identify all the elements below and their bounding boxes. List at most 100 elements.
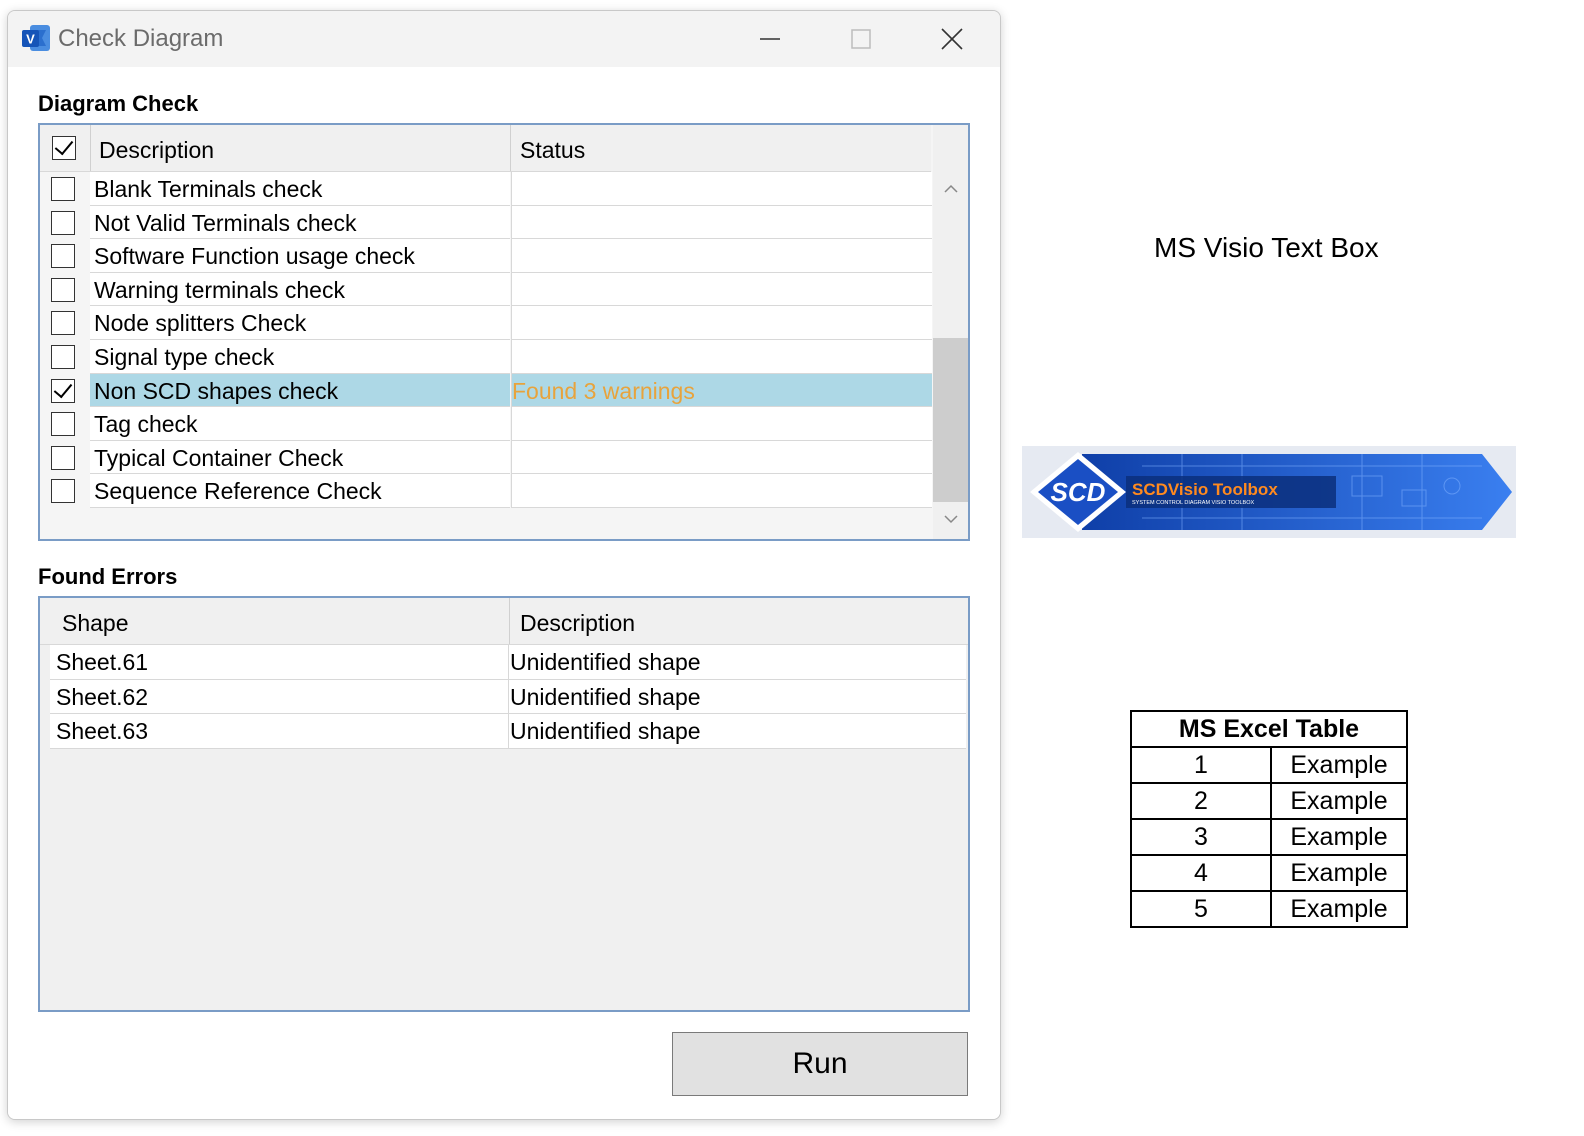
excel-number-cell[interactable]: 2 xyxy=(1130,782,1272,820)
check-item-label: Non SCD shapes check xyxy=(94,377,339,404)
check-description-cell[interactable]: Warning terminals check xyxy=(90,272,510,307)
excel-table[interactable]: MS Excel Table 1 Example 2 Example 3 Example 4… xyxy=(1130,710,1408,928)
visio-text-box[interactable]: MS Visio Text Box xyxy=(1154,232,1379,264)
diagram-check-heading: Diagram Check xyxy=(38,91,199,116)
excel-value-cell[interactable]: Example xyxy=(1270,782,1408,820)
check-description-cell[interactable]: Sequence Reference Check xyxy=(90,474,510,508)
error-row[interactable]: Sheet.63 Unidentified shape xyxy=(50,714,966,749)
close-icon[interactable] xyxy=(932,23,972,55)
window-title: Check Diagram xyxy=(58,25,224,52)
excel-number-cell[interactable]: 1 xyxy=(1130,746,1272,784)
check-item-label: Signal type check xyxy=(94,343,275,370)
check-list-row[interactable]: Tag check xyxy=(40,407,932,441)
excel-number-cell[interactable]: 5 xyxy=(1130,890,1272,928)
chevron-up-icon[interactable] xyxy=(939,179,963,199)
column-divider xyxy=(510,125,511,171)
error-description-cell: Unidentified shape xyxy=(510,718,701,745)
check-diagram-dialog: V Check Diagram Diagram Check Descriptio… xyxy=(7,10,1001,1120)
scrollbar-thumb[interactable] xyxy=(933,338,968,502)
select-all-checkbox[interactable] xyxy=(52,136,76,160)
check-item-checkbox[interactable] xyxy=(51,177,75,201)
check-item-checkbox[interactable] xyxy=(51,378,75,403)
check-item-checkbox[interactable] xyxy=(51,344,75,369)
check-status-cell[interactable] xyxy=(511,339,932,374)
column-divider xyxy=(508,714,509,748)
check-list-row[interactable]: Software Function usage check xyxy=(40,239,932,273)
title-bar[interactable]: V Check Diagram xyxy=(8,11,1000,67)
excel-value-cell[interactable]: Example xyxy=(1270,854,1408,892)
check-description-cell[interactable]: Signal type check xyxy=(90,339,510,374)
check-status-cell[interactable] xyxy=(511,440,932,475)
check-list-row[interactable]: Node splitters Check xyxy=(40,306,932,340)
excel-number-cell[interactable]: 3 xyxy=(1130,818,1272,856)
description-column-header[interactable]: Description xyxy=(520,610,635,637)
check-status-cell[interactable] xyxy=(511,474,932,508)
check-description-cell[interactable]: Blank Terminals check xyxy=(90,172,510,206)
check-item-checkbox[interactable] xyxy=(51,412,75,437)
check-status-cell[interactable] xyxy=(511,239,932,273)
excel-value-cell[interactable]: Example xyxy=(1270,890,1408,928)
minimize-icon[interactable] xyxy=(750,23,790,55)
column-divider xyxy=(90,125,91,171)
check-item-label: Not Valid Terminals check xyxy=(94,209,357,236)
excel-value-cell[interactable]: Example xyxy=(1270,818,1408,856)
diagram-check-list: Description Status Blank Terminals check… xyxy=(38,123,970,541)
check-item-checkbox[interactable] xyxy=(51,311,75,336)
excel-table-body: 1 Example 2 Example 3 Example 4 Example 5 Example xyxy=(1130,746,1408,928)
visio-icon: V xyxy=(20,22,52,54)
check-list-scrollbar[interactable] xyxy=(933,125,968,539)
chevron-down-icon[interactable] xyxy=(939,509,963,529)
check-list-row[interactable]: Sequence Reference Check xyxy=(40,474,932,508)
check-item-checkbox[interactable] xyxy=(51,445,75,470)
check-item-checkbox[interactable] xyxy=(51,479,75,504)
run-button[interactable]: Run xyxy=(672,1032,968,1096)
error-row[interactable]: Sheet.62 Unidentified shape xyxy=(50,679,966,715)
check-description-cell[interactable]: Node splitters Check xyxy=(90,306,510,340)
check-item-checkbox[interactable] xyxy=(51,277,75,302)
check-item-checkbox[interactable] xyxy=(51,244,75,269)
banner-subtitle: SYSTEM CONTROL DIAGRAM VISIO TOOLBOX xyxy=(1132,500,1254,506)
check-status-cell[interactable] xyxy=(511,272,932,307)
check-list-row[interactable]: Blank Terminals check xyxy=(40,172,932,206)
check-list-row[interactable]: Signal type check xyxy=(40,339,932,374)
check-list-rows: Blank Terminals check Not Valid Terminals… xyxy=(40,172,932,508)
maximize-icon[interactable] xyxy=(841,23,881,55)
check-status-cell[interactable] xyxy=(511,205,932,240)
error-description-cell: Unidentified shape xyxy=(510,649,701,675)
check-list-row[interactable]: Typical Container Check xyxy=(40,440,932,475)
found-errors-heading: Found Errors xyxy=(38,564,178,589)
check-description-cell[interactable]: Tag check xyxy=(90,407,510,441)
check-status-cell[interactable] xyxy=(511,172,932,206)
check-item-label: Sequence Reference Check xyxy=(94,478,382,505)
status-column-header[interactable]: Status xyxy=(520,137,585,164)
excel-table-row: 1 Example xyxy=(1130,746,1408,784)
error-row[interactable]: Sheet.61 Unidentified shape xyxy=(50,645,966,680)
column-divider xyxy=(508,645,509,679)
check-description-cell[interactable]: Software Function usage check xyxy=(90,239,510,273)
check-item-checkbox[interactable] xyxy=(51,210,75,235)
excel-value-cell[interactable]: Example xyxy=(1270,746,1408,784)
check-description-cell[interactable]: Typical Container Check xyxy=(90,440,510,475)
error-description-cell: Unidentified shape xyxy=(510,683,701,710)
excel-number-cell[interactable]: 4 xyxy=(1130,854,1272,892)
description-column-header[interactable]: Description xyxy=(99,137,214,164)
banner-title: SCDVisio Toolbox xyxy=(1132,480,1278,499)
check-list-row[interactable]: Non SCD shapes check Found 3 warnings xyxy=(40,373,932,408)
check-status-cell[interactable] xyxy=(511,306,932,340)
check-list-row[interactable]: Warning terminals check xyxy=(40,272,932,307)
shape-column-header[interactable]: Shape xyxy=(62,610,129,637)
check-description-cell[interactable]: Not Valid Terminals check xyxy=(90,205,510,240)
check-item-label: Node splitters Check xyxy=(94,310,307,337)
check-item-label: Warning terminals check xyxy=(94,276,345,303)
scd-visio-toolbox-banner[interactable]: SCD SCDVisio Toolbox SYSTEM CONTROL DIAG… xyxy=(1022,446,1516,538)
check-status-cell[interactable]: Found 3 warnings xyxy=(511,373,932,408)
error-shape-cell: Sheet.61 xyxy=(56,649,149,675)
check-list-row[interactable]: Not Valid Terminals check xyxy=(40,205,932,240)
check-item-label: Typical Container Check xyxy=(94,444,344,471)
errors-rows: Sheet.61 Unidentified shape Sheet.62 Uniden… xyxy=(50,645,966,749)
found-errors-grid: Shape Description Sheet.61 Unidentified s… xyxy=(38,596,970,1012)
check-status-cell[interactable] xyxy=(511,407,932,441)
errors-header: Shape Description xyxy=(40,598,968,645)
excel-table-row: 5 Example xyxy=(1130,890,1408,928)
check-description-cell[interactable]: Non SCD shapes check xyxy=(90,373,510,408)
